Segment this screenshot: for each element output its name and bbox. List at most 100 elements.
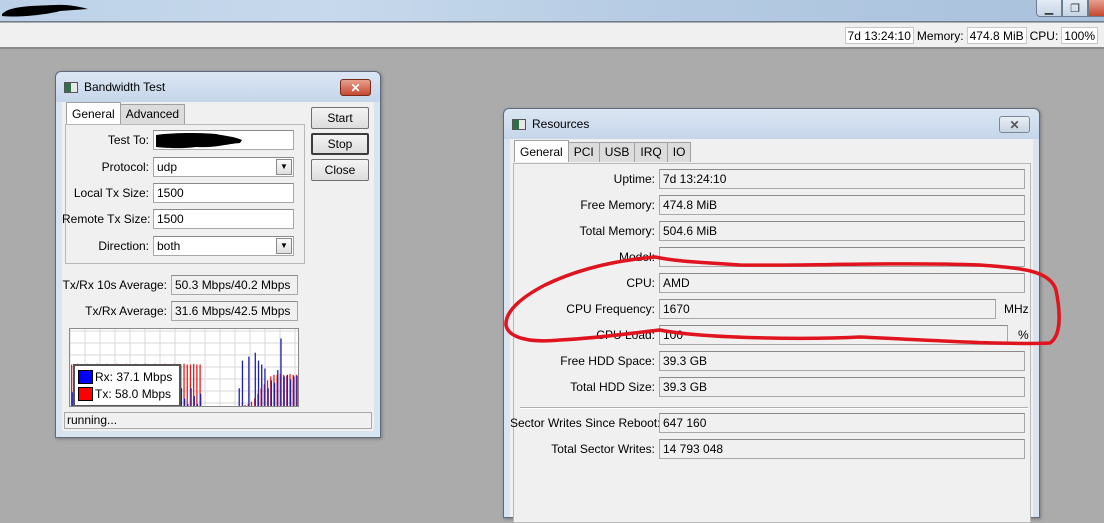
rx-bar <box>78 406 79 407</box>
rx-bar <box>145 406 146 407</box>
rx-bar <box>142 406 143 407</box>
rx-bar <box>97 406 98 407</box>
rx-bar <box>171 406 172 407</box>
resource-label: CPU: <box>626 276 655 290</box>
rx-bar <box>120 406 121 407</box>
rx-bar <box>248 356 250 406</box>
rx-bar <box>293 376 295 406</box>
legend-tx: Tx: 58.0 Mbps <box>78 385 176 402</box>
resource-row: CPU Load: 100 <box>510 325 1008 345</box>
rx-bar <box>200 393 202 406</box>
tab-general[interactable]: General <box>514 140 569 162</box>
graph-legend: Rx: 37.1 Mbps Tx: 58.0 Mbps <box>73 364 181 406</box>
resource-label: CPU Frequency: <box>566 302 655 316</box>
resource-value: 7d 13:24:10 <box>659 169 1025 189</box>
remote-tx-size-row: Remote Tx Size: 1500 <box>62 209 294 229</box>
resource-value <box>659 247 1025 267</box>
restore-icon: ❐ <box>1070 2 1080 15</box>
rx-bar <box>289 379 292 406</box>
tx-rx-average-row: Tx/Rx Average: 31.6 Mbps/42.5 Mbps <box>62 301 298 321</box>
restore-button[interactable]: ❐ <box>1062 0 1088 17</box>
rx-legend-label: Rx: 37.1 Mbps <box>95 369 173 384</box>
resources-body: General PCI USB IRQ IO Uptime: 7d 13:24:1… <box>510 139 1033 523</box>
test-to-row: Test To: <box>62 130 294 150</box>
rx-bar <box>254 352 256 406</box>
window-title: Bandwidth Test <box>84 80 166 94</box>
resource-row: Free Memory: 474.8 MiB <box>510 195 1025 215</box>
local-tx-size-input[interactable]: 1500 <box>153 183 294 203</box>
rx-bar <box>88 406 89 407</box>
resource-value: 474.8 MiB <box>659 195 1025 215</box>
tx-swatch <box>78 386 93 401</box>
tab-advanced[interactable]: Advanced <box>119 104 186 124</box>
rx-bar <box>117 406 118 407</box>
chevron-down-icon[interactable]: ▼ <box>276 159 292 175</box>
remote-tx-size-input[interactable]: 1500 <box>153 209 294 229</box>
main-titlebar: ▁ ❐ <box>0 0 1104 22</box>
chevron-down-icon[interactable]: ▼ <box>276 238 292 254</box>
tx-bar <box>186 364 188 406</box>
resource-value: 39.3 GB <box>659 351 1025 371</box>
separator <box>520 407 1028 409</box>
tab-irq[interactable]: IRQ <box>634 142 668 162</box>
resource-row: Model: <box>510 247 1025 267</box>
tx-rx-average-value: 31.6 Mbps/42.5 Mbps <box>171 301 298 321</box>
resource-label: Model: <box>618 250 655 264</box>
cpu-label: CPU: <box>1029 28 1059 43</box>
rx-bar <box>110 406 111 407</box>
memory-label: Memory: <box>916 28 964 43</box>
tab-pci[interactable]: PCI <box>567 142 600 162</box>
resource-row: Total HDD Size: 39.3 GB <box>510 377 1025 397</box>
bandwidth-test-titlebar[interactable]: Bandwidth Test <box>56 72 380 102</box>
sector-value: 14 793 048 <box>659 439 1025 459</box>
tx-bar <box>238 406 239 407</box>
close-window-button[interactable] <box>1088 0 1104 17</box>
local-tx-size-row: Local Tx Size: 1500 <box>62 183 294 203</box>
rx-bar <box>81 406 82 407</box>
resource-value: 1670 <box>659 299 996 319</box>
tx-bar <box>196 364 198 406</box>
local-tx-size-label: Local Tx Size: <box>73 186 149 200</box>
rx-bar <box>158 406 159 407</box>
cpu-status: 100% <box>1061 27 1098 44</box>
rx-swatch <box>78 369 93 384</box>
rx-bar <box>152 406 153 407</box>
minimize-button[interactable]: ▁ <box>1036 0 1062 17</box>
rx-bar <box>75 406 76 407</box>
rx-bar <box>174 406 175 407</box>
resource-row: Free HDD Space: 39.3 GB <box>510 351 1025 371</box>
sector-value: 647 160 <box>659 413 1025 433</box>
rx-bar <box>190 388 192 406</box>
status-bar: running... <box>64 412 372 429</box>
local-tx-size-value: 1500 <box>157 186 184 200</box>
resources-titlebar[interactable]: Resources <box>504 109 1039 139</box>
resource-label: Total Memory: <box>579 224 655 238</box>
direction-select[interactable]: both ▼ <box>153 236 294 256</box>
legend-rx: Rx: 37.1 Mbps <box>78 368 176 385</box>
close-button[interactable]: Close <box>311 159 369 181</box>
stop-button[interactable]: Stop <box>311 133 369 155</box>
tab-io[interactable]: IO <box>666 142 692 162</box>
status-group: 7d 13:24:10 Memory: 474.8 MiB CPU: 100% <box>844 27 1098 44</box>
resources-close-button[interactable]: ✕ <box>999 116 1030 133</box>
resource-label: Free HDD Space: <box>560 354 655 368</box>
tab-general[interactable]: General <box>66 102 121 124</box>
rx-bar <box>273 382 276 406</box>
protocol-select[interactable]: udp ▼ <box>153 157 294 177</box>
remote-tx-size-value: 1500 <box>157 212 184 226</box>
start-button[interactable]: Start <box>311 107 369 129</box>
tx-rx-10s-average-value: 50.3 Mbps/40.2 Mbps <box>171 275 298 295</box>
tx-bar <box>244 404 246 406</box>
close-icon: ✕ <box>1009 117 1020 132</box>
tab-usb[interactable]: USB <box>598 142 636 162</box>
test-to-input[interactable] <box>153 130 294 150</box>
rx-bar <box>270 380 272 406</box>
close-icon: ✕ <box>350 80 361 95</box>
sector-label: Sector Writes Since Reboot: <box>510 416 661 430</box>
memory-status: 474.8 MiB <box>966 27 1027 44</box>
bandwidth-test-close-button[interactable]: ✕ <box>340 79 371 96</box>
window-title: Resources <box>532 117 590 131</box>
resource-row: Uptime: 7d 13:24:10 <box>510 169 1025 189</box>
rx-bar <box>183 398 186 406</box>
rx-bar <box>257 360 260 406</box>
